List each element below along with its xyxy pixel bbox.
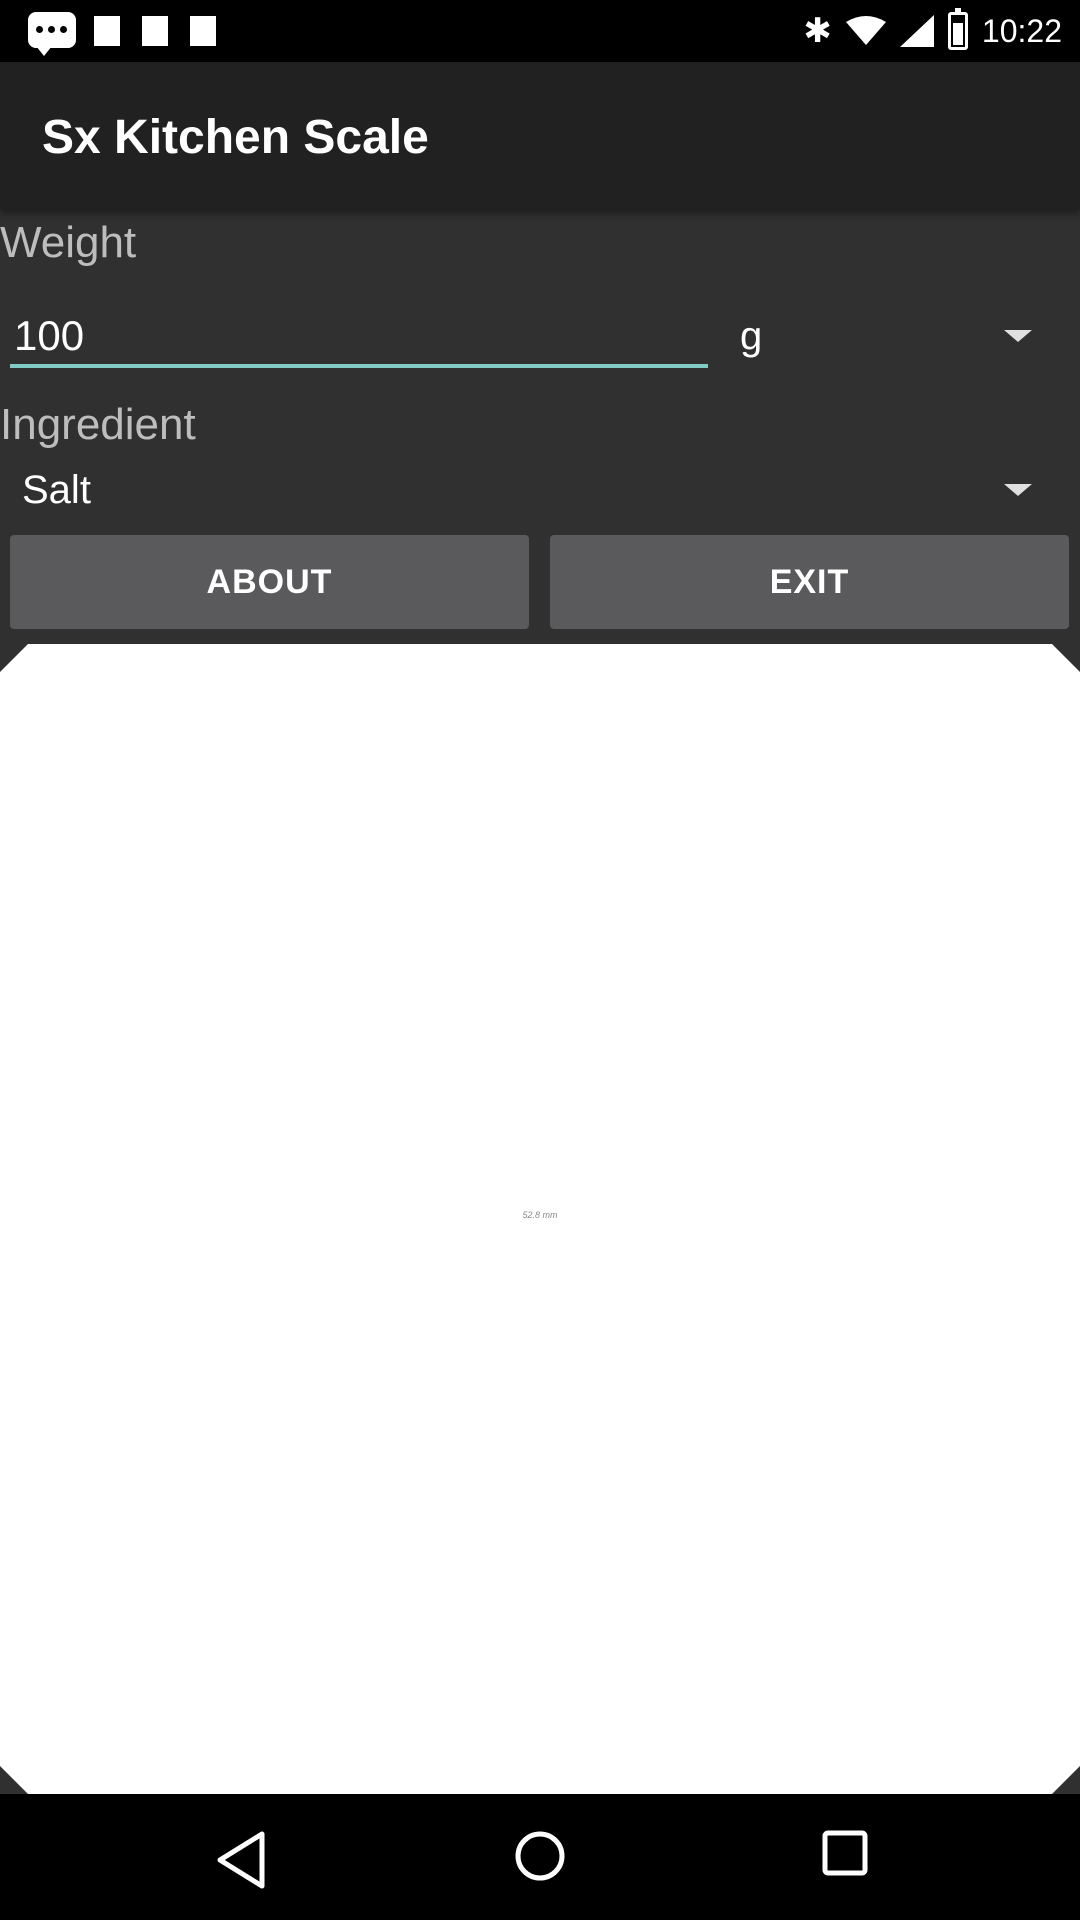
signal-icon bbox=[899, 15, 934, 47]
app-toolbar: Sx Kitchen Scale bbox=[0, 62, 1080, 210]
back-icon[interactable] bbox=[214, 1830, 268, 1895]
exit-button[interactable]: EXIT bbox=[550, 535, 1069, 629]
battery-icon bbox=[947, 8, 968, 50]
bluetooth-icon: ✱ bbox=[803, 12, 832, 50]
ingredient-label: Ingredient bbox=[0, 400, 196, 449]
corner-decoration bbox=[1052, 1766, 1080, 1794]
ingredient-value: Salt bbox=[22, 468, 91, 512]
weight-input[interactable] bbox=[10, 308, 708, 368]
status-time: 10:22 bbox=[981, 12, 1062, 49]
status-right: ✱ 10:22 bbox=[803, 6, 1062, 56]
notification-icon bbox=[190, 16, 216, 46]
scale-display: 52.8 mm bbox=[0, 644, 1080, 1794]
status-left bbox=[28, 12, 76, 56]
corner-decoration bbox=[1052, 644, 1080, 672]
corner-decoration bbox=[0, 644, 28, 672]
notification-icon bbox=[94, 16, 120, 46]
wifi-icon bbox=[845, 16, 886, 46]
notification-icon bbox=[142, 16, 168, 46]
corner-decoration bbox=[0, 1766, 28, 1794]
about-button[interactable]: ABOUT bbox=[10, 535, 529, 629]
unit-spinner[interactable]: g bbox=[740, 310, 1060, 370]
message-icon bbox=[28, 12, 76, 56]
dropdown-caret-icon bbox=[1004, 484, 1032, 496]
measure-text: 52.8 mm bbox=[522, 1210, 558, 1220]
app-title: Sx Kitchen Scale bbox=[42, 111, 429, 164]
recents-icon[interactable] bbox=[822, 1830, 868, 1881]
weight-label: Weight bbox=[0, 218, 137, 267]
unit-value: g bbox=[740, 314, 763, 358]
home-icon[interactable] bbox=[514, 1830, 566, 1887]
dropdown-caret-icon bbox=[1004, 330, 1032, 342]
ingredient-spinner[interactable]: Salt bbox=[22, 466, 1062, 526]
status-bar: ✱ 10:22 bbox=[0, 0, 1080, 62]
navigation-bar bbox=[0, 1794, 1080, 1920]
